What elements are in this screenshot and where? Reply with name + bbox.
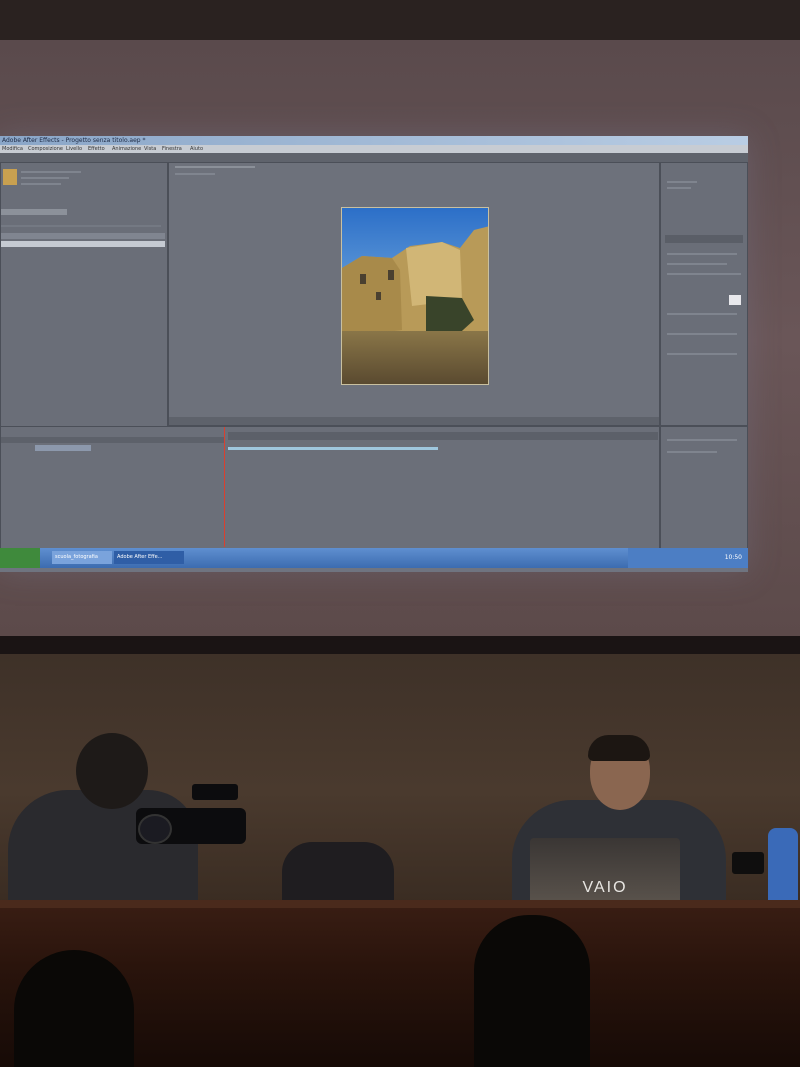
work-area-bar[interactable] (228, 447, 438, 450)
menu-item[interactable]: Vista (144, 145, 156, 153)
menu-item[interactable]: Animazione (112, 145, 141, 153)
title-bar: Adobe After Effects - Progetto senza tit… (0, 136, 748, 145)
project-item-selected[interactable] (1, 241, 165, 247)
laptop-logo: VAIO (582, 879, 628, 896)
image-ground (342, 331, 488, 384)
color-swatch[interactable] (729, 295, 741, 305)
composition-image (341, 207, 489, 385)
menu-item[interactable]: Finestra (162, 145, 182, 153)
taskbar-clock: 10:50 (724, 554, 742, 561)
tools-toolbar[interactable] (0, 153, 748, 162)
audience-member (474, 915, 590, 1067)
menu-item[interactable]: Aiuto (190, 145, 203, 153)
timeline-layer[interactable] (35, 445, 91, 451)
start-button[interactable] (0, 548, 40, 568)
menu-item[interactable]: Composizione (28, 145, 63, 153)
camcorder-lens (138, 814, 172, 844)
camcorder-handle (192, 784, 238, 800)
time-ruler[interactable] (228, 432, 658, 440)
ceiling (0, 0, 800, 40)
taskbar-item-active[interactable]: Adobe After Effe... (114, 551, 184, 564)
viewer-controls[interactable] (169, 417, 659, 425)
timeline-panel[interactable] (0, 426, 660, 550)
menu-item[interactable]: Modifica (2, 145, 23, 153)
menu-bar: Modifica Composizione Livello Effetto An… (0, 145, 748, 153)
laptop: VAIO (530, 838, 680, 904)
screen-frame (0, 636, 800, 654)
current-time-indicator[interactable] (224, 427, 225, 547)
desk-edge (0, 900, 800, 908)
info-audio-preview-panels[interactable] (660, 162, 748, 426)
windows-taskbar: scuola_fotografia Adobe After Effe... 10… (0, 548, 748, 568)
project-search-input[interactable] (1, 209, 67, 215)
menu-item[interactable]: Effetto (88, 145, 105, 153)
bag (282, 842, 394, 904)
preview-controls[interactable] (665, 235, 743, 243)
power-socket (732, 852, 764, 874)
water-bottle (768, 828, 798, 908)
footage-thumbnail (3, 169, 17, 185)
project-item[interactable] (1, 233, 165, 239)
paragraph-panel[interactable] (660, 426, 748, 550)
system-tray: 10:50 (628, 548, 748, 568)
cameraman-head (76, 733, 148, 809)
audience-member (14, 950, 134, 1067)
taskbar-item[interactable]: scuola_fotografia (52, 551, 112, 564)
menu-item[interactable]: Livello (66, 145, 82, 153)
app-title: Adobe After Effects - Progetto senza tit… (2, 137, 146, 144)
timeline-header (1, 437, 225, 443)
presenter-hair (588, 735, 650, 761)
